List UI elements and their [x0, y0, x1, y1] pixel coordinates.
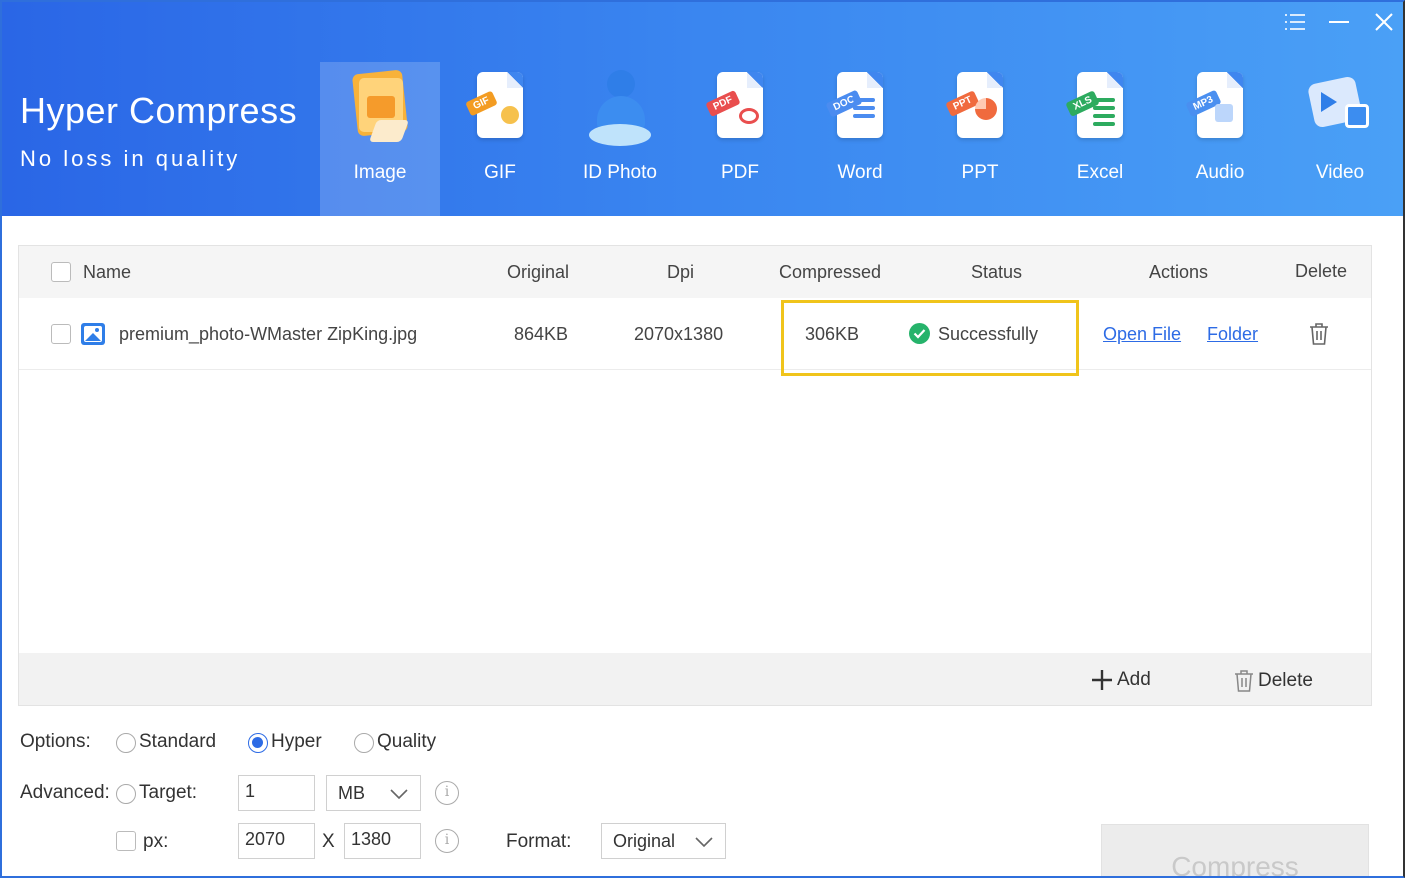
- menu-icon[interactable]: [1280, 8, 1310, 36]
- success-check-icon: [909, 323, 930, 344]
- unit-value: MB: [338, 783, 365, 803]
- image-file-icon: [81, 323, 105, 345]
- brand-subtitle: No loss in quality: [20, 146, 241, 171]
- excel-icon: XLS: [1065, 68, 1135, 150]
- audio-icon: MP3: [1185, 68, 1255, 150]
- app-window: Hyper Compress No loss in quality Image: [0, 0, 1405, 878]
- tab-image-label: Image: [353, 162, 407, 183]
- plus-icon: [1092, 670, 1112, 690]
- tab-excel[interactable]: XLS Excel: [1040, 62, 1160, 216]
- tab-ppt[interactable]: PPT PPT: [920, 62, 1040, 216]
- target-label: Target:: [139, 782, 198, 803]
- video-icon: [1305, 68, 1375, 150]
- compressed-size: 306KB: [805, 324, 860, 344]
- format-value: Original: [613, 831, 676, 851]
- unit-select[interactable]: MB: [326, 775, 421, 811]
- header-name: Name: [83, 262, 132, 282]
- dpi-value: 2070x1380: [634, 324, 724, 344]
- brand-title: Hyper Compress: [20, 90, 298, 131]
- minimize-icon[interactable]: [1324, 8, 1354, 36]
- format-label: Format:: [506, 831, 572, 852]
- px-label: px:: [143, 831, 169, 852]
- status-text: Successfully: [938, 324, 1039, 344]
- header-dpi: Dpi: [667, 262, 695, 282]
- hyper-radio[interactable]: [248, 733, 268, 753]
- height-input[interactable]: 1380: [344, 823, 421, 859]
- tab-gif-label: GIF: [484, 162, 516, 183]
- file-table: Name Original Dpi Compressed Status Acti…: [18, 245, 1372, 706]
- tab-id-photo[interactable]: ID Photo: [560, 62, 680, 216]
- hyper-label: Hyper: [271, 731, 322, 752]
- chevron-down-icon: [390, 789, 408, 799]
- tab-pdf[interactable]: PDF PDF: [680, 62, 800, 216]
- select-all-checkbox[interactable]: [51, 262, 71, 282]
- tab-audio-label: Audio: [1195, 162, 1245, 183]
- delete-label: Delete: [1258, 670, 1313, 691]
- trash-icon[interactable]: [1309, 322, 1329, 346]
- trash-icon: [1235, 670, 1253, 692]
- original-size: 864KB: [514, 324, 569, 344]
- compress-button[interactable]: Compress: [1101, 824, 1369, 876]
- info-icon[interactable]: i: [435, 781, 459, 805]
- tab-audio[interactable]: MP3 Audio: [1160, 62, 1280, 216]
- add-button[interactable]: Add: [1091, 669, 1151, 691]
- delete-all-button[interactable]: Delete: [1234, 669, 1313, 693]
- ppt-icon: PPT: [945, 68, 1015, 150]
- info-icon[interactable]: i: [435, 829, 459, 853]
- tab-excel-label: Excel: [1076, 162, 1124, 183]
- header-compressed: Compressed: [779, 262, 882, 282]
- nav-tabs: Image GIF GIF ID Photo PDF PDF DOC Word …: [320, 62, 1400, 216]
- tab-video-label: Video: [1315, 162, 1365, 183]
- tab-id-photo-label: ID Photo: [583, 162, 657, 183]
- advanced-label: Advanced:: [20, 782, 110, 803]
- dimension-separator: X: [322, 831, 335, 852]
- chevron-down-icon: [695, 837, 713, 847]
- target-input[interactable]: 1: [238, 775, 315, 811]
- image-icon: [345, 68, 415, 150]
- table-footer: Add Delete: [19, 653, 1371, 705]
- file-name: premium_photo-WMaster ZipKing.jpg: [119, 324, 418, 344]
- tab-gif[interactable]: GIF GIF: [440, 62, 560, 216]
- standard-label: Standard: [139, 731, 217, 752]
- add-label: Add: [1117, 669, 1151, 690]
- header-actions: Actions: [1149, 262, 1209, 282]
- options-label: Options:: [20, 731, 91, 752]
- header-delete: Delete: [1295, 261, 1348, 281]
- px-checkbox[interactable]: [116, 831, 136, 851]
- word-icon: DOC: [825, 68, 895, 150]
- quality-label: Quality: [377, 731, 437, 752]
- format-select[interactable]: Original: [601, 823, 726, 859]
- header-original: Original: [507, 262, 570, 282]
- tab-word-label: Word: [837, 162, 883, 183]
- standard-radio[interactable]: [116, 733, 136, 753]
- row-checkbox[interactable]: [51, 324, 71, 344]
- close-icon[interactable]: [1369, 8, 1399, 36]
- tab-pdf-label: PDF: [721, 162, 759, 183]
- header-status: Status: [971, 262, 1023, 282]
- tab-word[interactable]: DOC Word: [800, 62, 920, 216]
- quality-radio[interactable]: [354, 733, 374, 753]
- width-input[interactable]: 2070: [238, 823, 315, 859]
- brand: Hyper Compress No loss in quality: [20, 90, 297, 172]
- target-radio[interactable]: [116, 784, 136, 804]
- gif-icon: GIF: [465, 68, 535, 150]
- tab-ppt-label: PPT: [961, 162, 999, 183]
- header-banner: Hyper Compress No loss in quality Image: [2, 2, 1403, 216]
- tab-video[interactable]: Video: [1280, 62, 1400, 216]
- pdf-icon: PDF: [705, 68, 775, 150]
- open-file-link[interactable]: Open File: [1103, 324, 1181, 345]
- table-row[interactable]: premium_photo-WMaster ZipKing.jpg 864KB …: [19, 298, 1371, 376]
- id-photo-icon: [585, 68, 655, 150]
- tab-image[interactable]: Image: [320, 62, 440, 216]
- table-header: Name Original Dpi Compressed Status Acti…: [19, 246, 1371, 298]
- folder-link[interactable]: Folder: [1207, 324, 1258, 345]
